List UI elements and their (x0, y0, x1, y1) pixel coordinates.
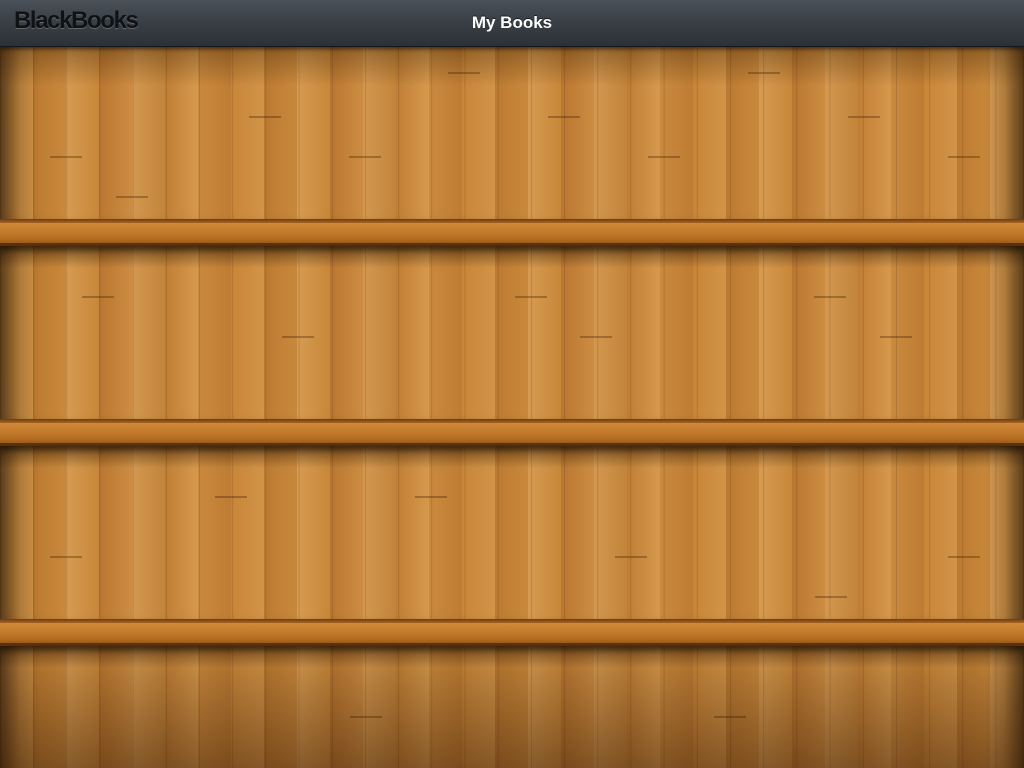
brand-logo[interactable]: BlackBooks (14, 7, 139, 35)
page-title: My Books (471, 13, 553, 32)
shelf-board (0, 219, 1024, 246)
shelf-shadow (0, 46, 1024, 86)
app-window: BlackBooks My Books (0, 0, 1024, 768)
shelf-row-3 (0, 446, 1024, 668)
shelf-row-1 (0, 46, 1024, 268)
bookshelf (0, 46, 1024, 768)
bottom-shadow (0, 638, 1024, 768)
navigation-bar: BlackBooks My Books (0, 0, 1024, 47)
shelf-board (0, 419, 1024, 446)
shelf-row-2 (0, 246, 1024, 468)
